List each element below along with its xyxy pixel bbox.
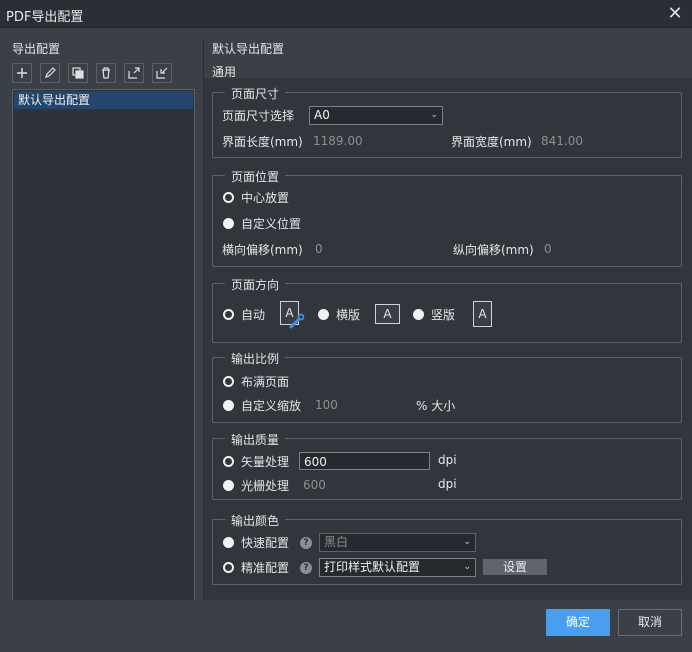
page-width-field: 841.00 <box>537 132 667 150</box>
precise-config-value: 打印样式默认配置 <box>324 560 421 574</box>
help-icon[interactable]: ? <box>300 562 312 574</box>
close-icon[interactable]: ✕ <box>664 3 686 25</box>
custom-scale-field: 100 <box>311 396 407 414</box>
group-legend: 输出比例 <box>225 350 286 367</box>
help-icon[interactable]: ? <box>300 537 312 549</box>
window-title: PDF导出配置 <box>6 10 84 25</box>
vector-label: 矢量处理 <box>241 455 290 469</box>
custom-scale-label: 自定义缩放 <box>241 399 302 413</box>
raster-radio[interactable] <box>223 480 234 491</box>
wrench-icon <box>289 313 305 329</box>
group-legend: 输出颜色 <box>225 512 286 529</box>
portrait-radio[interactable] <box>413 309 424 320</box>
vector-dpi-input[interactable]: 600 <box>299 452 430 470</box>
settings-button[interactable]: 设置 <box>483 559 547 575</box>
h-offset-field: 0 <box>311 240 439 258</box>
group-legend: 输出质量 <box>225 431 286 448</box>
group-legend: 页面尺寸 <box>225 85 286 102</box>
chevron-down-icon: ⌄ <box>463 562 471 572</box>
fill-page-radio[interactable] <box>223 376 234 387</box>
auto-orientation-radio[interactable] <box>223 309 234 320</box>
landscape-label: 横版 <box>336 308 361 322</box>
center-radio[interactable] <box>223 192 234 203</box>
page-size-select-label: 页面尺寸选择 <box>222 109 295 123</box>
landscape-page-icon: A <box>375 304 400 324</box>
page-width-label: 界面宽度(mm) <box>451 135 532 149</box>
v-offset-field: 0 <box>540 240 668 258</box>
vector-dpi-unit: dpi <box>438 453 457 467</box>
auto-orientation-label: 自动 <box>241 308 266 322</box>
custom-position-radio[interactable] <box>223 218 234 229</box>
portrait-label: 竖版 <box>431 308 456 322</box>
ok-button[interactable]: 确定 <box>546 609 610 636</box>
delete-icon[interactable] <box>96 63 116 83</box>
copy-icon[interactable] <box>68 63 88 83</box>
landscape-radio[interactable] <box>318 309 329 320</box>
custom-scale-radio[interactable] <box>223 400 234 411</box>
fill-page-label: 布满页面 <box>241 375 290 389</box>
quick-config-radio[interactable] <box>223 537 234 548</box>
chevron-down-icon: ⌄ <box>463 537 471 547</box>
custom-position-label: 自定义位置 <box>241 217 302 231</box>
edit-icon[interactable] <box>40 63 60 83</box>
icon-letter: A <box>478 307 487 321</box>
quick-config-value: 黑白 <box>324 535 349 549</box>
page-length-field: 1189.00 <box>309 132 439 150</box>
quick-config-select: 黑白 ⌄ <box>319 533 476 552</box>
export-icon[interactable] <box>124 63 144 83</box>
h-offset-label: 横向偏移(mm) <box>222 243 303 257</box>
page-size-select-value: A0 <box>314 108 330 122</box>
scale-unit-label: % 大小 <box>416 399 456 413</box>
title-bar: PDF导出配置 ✕ <box>0 0 692 28</box>
import-icon[interactable] <box>152 63 172 83</box>
chevron-down-icon: ⌄ <box>430 110 438 120</box>
center-label: 中心放置 <box>241 191 290 205</box>
precise-config-select[interactable]: 打印样式默认配置 ⌄ <box>319 558 476 577</box>
portrait-page-icon: A <box>473 301 492 327</box>
raster-dpi-unit: dpi <box>438 477 457 491</box>
page-length-label: 界面长度(mm) <box>222 135 303 149</box>
raster-label: 光栅处理 <box>241 479 290 493</box>
precise-config-label: 精准配置 <box>241 561 290 575</box>
group-legend: 页面方向 <box>225 276 286 293</box>
export-config-title: 导出配置 <box>12 42 61 56</box>
precise-config-radio[interactable] <box>223 562 234 573</box>
quick-config-label: 快速配置 <box>241 536 290 550</box>
vector-radio[interactable] <box>223 456 234 467</box>
page-size-select[interactable]: A0 ⌄ <box>309 106 443 125</box>
list-item[interactable]: 默认导出配置 <box>14 91 193 109</box>
config-list: 默认导出配置 <box>12 89 195 601</box>
config-name-title: 默认导出配置 <box>212 42 285 56</box>
raster-dpi-field: 600 <box>299 476 430 494</box>
add-icon[interactable] <box>12 63 32 83</box>
v-offset-label: 纵向偏移(mm) <box>453 243 534 257</box>
group-legend: 页面位置 <box>225 168 286 185</box>
icon-letter: A <box>383 307 392 321</box>
cancel-button[interactable]: 取消 <box>618 609 682 636</box>
